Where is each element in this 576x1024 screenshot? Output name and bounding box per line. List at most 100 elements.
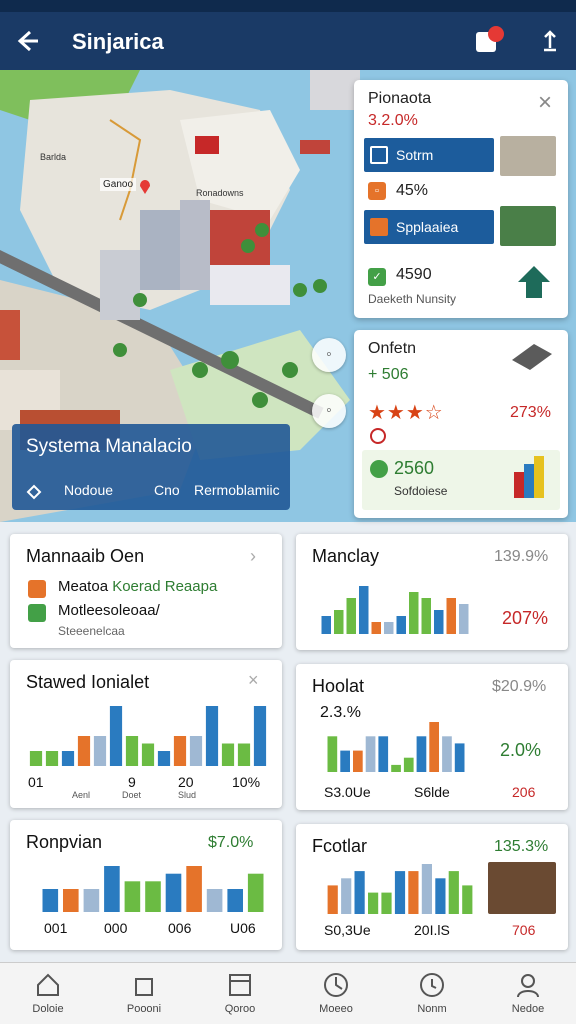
chart-bar	[327, 885, 338, 914]
nav-item-home[interactable]: Doloie	[0, 963, 96, 1024]
widget-manclay[interactable]: Manclay 139.9% 207%	[296, 534, 568, 650]
widget-fcotlar[interactable]: Fcotlar 135.3% S0,3Ue 20I.lS 706	[296, 824, 568, 950]
chart-bar	[334, 610, 344, 634]
widget-title: Ronpvian	[26, 832, 103, 852]
nav-label: Nedoe	[511, 1003, 545, 1015]
chart-bar	[442, 736, 452, 772]
chart-bar	[104, 866, 120, 912]
chart-bar	[93, 736, 107, 766]
info-panel: Pionaota 3.2.0% × Sotrm ▫ 45% Spplaaiea …	[354, 80, 568, 318]
chart-bar	[384, 622, 394, 634]
map-overlay-card[interactable]: Systema Manalacio Nodoue Cno Rermoblamii…	[12, 424, 290, 510]
chart-bar	[391, 764, 401, 772]
chart-bar	[206, 889, 223, 912]
route-label: Ganoo	[100, 178, 137, 191]
panel-row-value: 4590	[396, 266, 432, 283]
axis-sublabel: Aenl	[72, 790, 91, 800]
window-icon	[226, 971, 254, 999]
stats-value: + 506	[368, 366, 409, 383]
layers-icon[interactable]: ◦	[312, 394, 346, 428]
axis-label: 706	[512, 922, 536, 938]
widget-stawed[interactable]: Stawed Ionialet × 01 9 20 10% Aenl Doet …	[10, 660, 282, 808]
chart-bar	[403, 757, 414, 772]
close-icon[interactable]: ×	[534, 91, 556, 115]
widget-line: Steeenelcaa	[58, 624, 125, 638]
bar-graphic-icon	[512, 452, 556, 511]
stats-subcard: 2560 Sofdoiese	[362, 450, 560, 510]
bar-chart-svg	[327, 722, 465, 772]
axis-label: S3.0Ue	[324, 784, 371, 800]
chevron-right-icon[interactable]: ›	[250, 546, 256, 567]
nav-item-compass[interactable]: Moeeo	[288, 963, 384, 1024]
park-icon	[514, 264, 554, 305]
nav-label: Qoroo	[224, 1003, 256, 1015]
widget-mannaaib[interactable]: Mannaaib Oen Meatoa Koerad Reaapa Motlee…	[10, 534, 282, 648]
axis-label: S6lde	[414, 784, 450, 800]
axis-label: 20	[178, 774, 194, 790]
notification-icon[interactable]	[474, 26, 504, 56]
locate-icon[interactable]: ◦	[312, 338, 346, 372]
chart-bar	[340, 750, 350, 772]
stats-percent: 273%	[510, 404, 551, 421]
widget-percent: 135.3%	[494, 838, 549, 855]
chart-bar	[186, 866, 202, 912]
widget-title: Hoolat	[312, 676, 365, 696]
leaf-icon	[370, 460, 388, 478]
widget-big-value: 2.0%	[500, 740, 542, 760]
close-icon[interactable]: ×	[248, 670, 259, 691]
map-label: Ronadowns	[196, 188, 244, 198]
map-label: Barlda	[40, 152, 67, 162]
axis-label: 000	[104, 920, 128, 936]
axis-label: 9	[128, 774, 136, 790]
nav-label: Moeeo	[319, 1003, 353, 1015]
chart-bar	[354, 871, 365, 914]
chart-bar	[125, 736, 139, 766]
chart-bar	[368, 892, 379, 914]
home-icon	[34, 971, 62, 999]
chart-bar	[421, 864, 432, 914]
overlay-title: Systema Manalacio	[26, 436, 192, 457]
overlay-item[interactable]: Cno	[154, 482, 180, 498]
solar-icon	[510, 340, 554, 379]
chart-bar	[29, 751, 43, 766]
overlay-item[interactable]: Nodoue	[64, 482, 113, 498]
widget-percent: $7.0%	[208, 834, 254, 851]
axis-sublabel: Doet	[122, 790, 142, 800]
chart-bar	[353, 750, 363, 772]
panel-button-1[interactable]: Sotrm	[364, 138, 494, 172]
bar-chart-svg	[29, 706, 267, 766]
widget-title: Manclay	[312, 546, 380, 566]
rating-stars: ★★★☆	[368, 402, 444, 424]
widget-ronpvian[interactable]: Ronpvian $7.0% 001 000 006 U06	[10, 820, 282, 950]
back-arrow-icon[interactable]	[12, 26, 42, 56]
nav-item-clock[interactable]: Nonm	[384, 963, 480, 1024]
widget-hoolat[interactable]: Hoolat $20.9% 2.3.% 2.0% S3.0Ue S6lde 20…	[296, 664, 568, 810]
axis-label: S0,3Ue	[324, 922, 371, 938]
chart-bar	[378, 736, 389, 772]
axis-label: 001	[44, 920, 68, 936]
upload-icon[interactable]	[538, 26, 562, 56]
bar-chart	[40, 864, 266, 912]
chart-bar	[253, 706, 267, 766]
chart-bar	[394, 871, 406, 914]
chart-bar	[435, 878, 446, 914]
chart-bar	[327, 736, 338, 772]
overlay-item-icon	[24, 482, 46, 505]
chart-bar	[145, 881, 161, 912]
overlay-item[interactable]: Rermoblamiic	[194, 482, 280, 498]
panel-row-sub: Daeketh Nunsity	[368, 292, 457, 306]
chart-bar	[371, 622, 381, 634]
chart-bar	[141, 743, 155, 766]
chart-bar	[165, 873, 182, 912]
bar-chart	[326, 720, 466, 772]
bar-chart-svg	[42, 866, 264, 912]
nav-item-bag[interactable]: Poooni	[96, 963, 192, 1024]
equipment-thumbnail	[500, 206, 556, 246]
nav-item-window[interactable]: Qoroo	[192, 963, 288, 1024]
nav-item-profile[interactable]: Nedoe	[480, 963, 576, 1024]
overlay-items: Nodoue Cno Rermoblamiic	[24, 480, 290, 502]
axis-label: 006	[168, 920, 192, 936]
panel-button-2[interactable]: Spplaaiea	[364, 210, 494, 244]
stats-panel: Onfetn + 506 ★★★☆ 273% 2560 Sofdoiese	[354, 330, 568, 518]
panel-title: Pionaota	[368, 90, 432, 107]
